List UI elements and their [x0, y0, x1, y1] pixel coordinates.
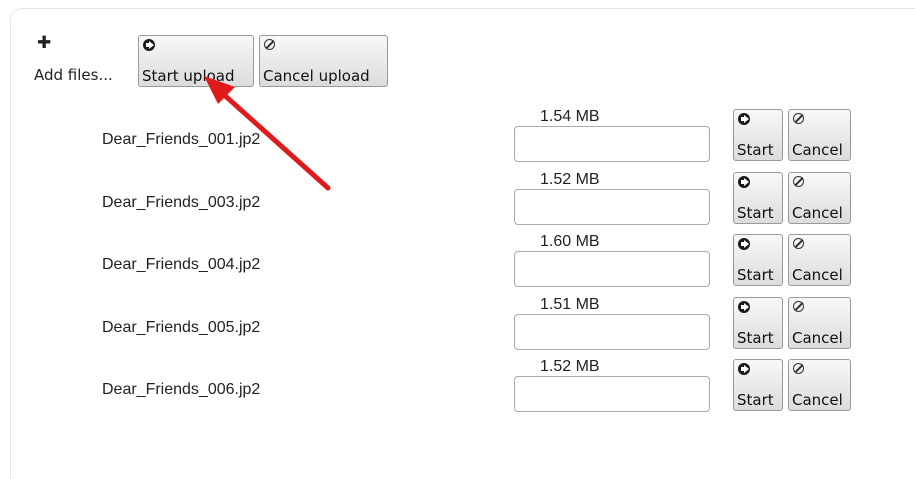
start-button[interactable]: Start — [733, 297, 783, 349]
file-size: 1.54 MB — [540, 108, 600, 125]
progress-bar — [514, 314, 710, 350]
cancel-label: Cancel — [792, 141, 843, 159]
start-label: Start — [737, 141, 774, 159]
progress-bar — [514, 126, 710, 162]
cancel-label: Cancel — [792, 329, 843, 347]
circle-arrow-right-icon — [738, 238, 750, 250]
progress-bar — [514, 189, 710, 225]
ban-icon — [793, 363, 804, 374]
file-name: Dear_Friends_005.jp2 — [102, 319, 261, 336]
start-button[interactable]: Start — [733, 172, 783, 224]
start-label: Start — [737, 266, 774, 284]
file-row: Dear_Friends_004.jp2 1.60 MB Start Cance… — [0, 233, 915, 295]
ban-icon — [793, 301, 804, 312]
start-label: Start — [737, 204, 774, 222]
circle-arrow-right-icon — [738, 363, 750, 375]
ban-icon — [793, 113, 804, 124]
progress-bar — [514, 376, 710, 412]
circle-arrow-right-icon — [738, 176, 750, 188]
file-name: Dear_Friends_003.jp2 — [102, 194, 261, 211]
file-size: 1.51 MB — [540, 296, 600, 313]
cancel-button[interactable]: Cancel — [788, 109, 851, 161]
start-button[interactable]: Start — [733, 359, 783, 411]
start-button[interactable]: Start — [733, 234, 783, 286]
ban-icon — [793, 238, 804, 249]
circle-arrow-right-icon — [143, 39, 155, 51]
cancel-button[interactable]: Cancel — [788, 172, 851, 224]
file-row: Dear_Friends_001.jp2 1.54 MB Start Cance… — [0, 108, 915, 170]
circle-arrow-right-icon — [738, 301, 750, 313]
cancel-label: Cancel — [792, 204, 843, 222]
cancel-upload-label: Cancel upload — [263, 67, 370, 85]
file-row: Dear_Friends_005.jp2 1.51 MB Start Cance… — [0, 296, 915, 358]
cancel-button[interactable]: Cancel — [788, 359, 851, 411]
file-name: Dear_Friends_006.jp2 — [102, 381, 261, 398]
cancel-label: Cancel — [792, 266, 843, 284]
plus-icon: ✚ — [37, 33, 52, 53]
start-label: Start — [737, 391, 774, 409]
cancel-upload-button[interactable]: Cancel upload — [259, 35, 388, 87]
start-upload-label: Start upload — [142, 67, 235, 85]
cancel-button[interactable]: Cancel — [788, 297, 851, 349]
start-label: Start — [737, 329, 774, 347]
file-row: Dear_Friends_006.jp2 1.52 MB Start Cance… — [0, 358, 915, 420]
file-name: Dear_Friends_004.jp2 — [102, 256, 261, 273]
start-button[interactable]: Start — [733, 109, 783, 161]
progress-bar — [514, 251, 710, 287]
cancel-button[interactable]: Cancel — [788, 234, 851, 286]
ban-icon — [264, 39, 275, 50]
circle-arrow-right-icon — [738, 113, 750, 125]
file-size: 1.52 MB — [540, 171, 600, 188]
ban-icon — [793, 176, 804, 187]
file-row: Dear_Friends_003.jp2 1.52 MB Start Cance… — [0, 171, 915, 233]
start-upload-button[interactable]: Start upload — [138, 35, 254, 87]
file-size: 1.52 MB — [540, 358, 600, 375]
cancel-label: Cancel — [792, 391, 843, 409]
file-name: Dear_Friends_001.jp2 — [102, 131, 261, 148]
add-files-label: Add files... — [34, 66, 113, 84]
file-size: 1.60 MB — [540, 233, 600, 250]
